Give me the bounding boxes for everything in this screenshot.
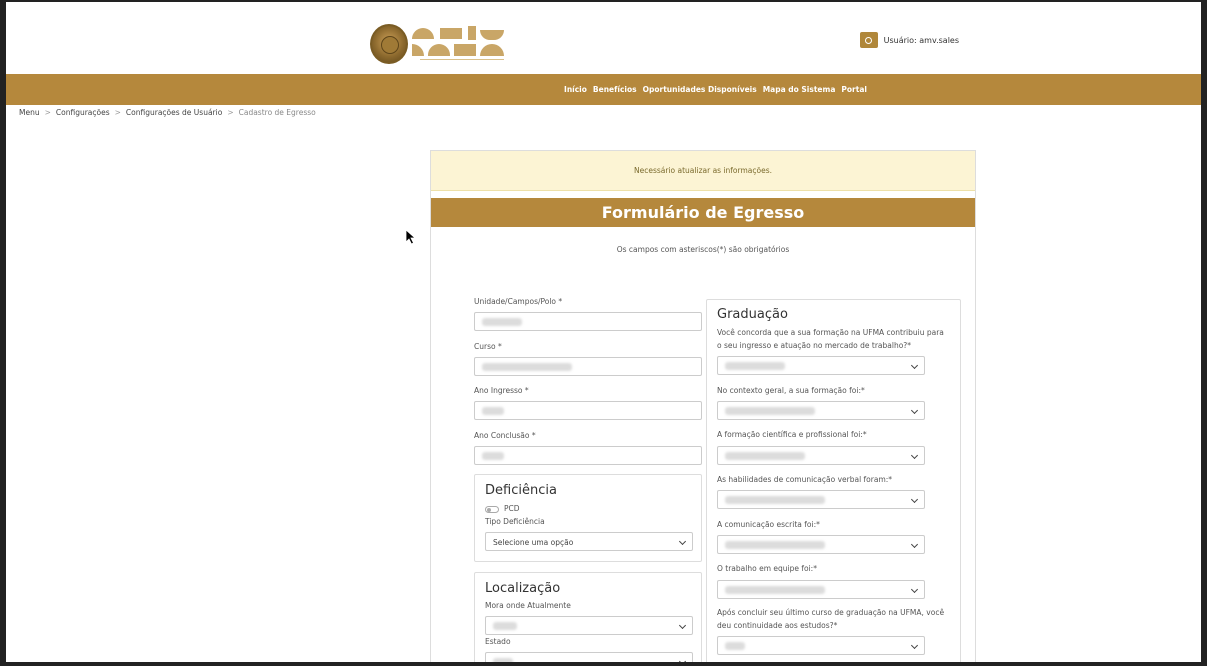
q3-label: A formação científica e profissional foi…: [717, 430, 867, 439]
ano-conclusao-input[interactable]: [474, 446, 702, 465]
tipo-deficiencia-select[interactable]: Selecione uma opção: [485, 532, 693, 551]
q7-label: Após concluir seu último curso de gradua…: [717, 608, 945, 630]
curso-input[interactable]: [474, 357, 702, 376]
tipo-deficiencia-value: Selecione uma opção: [493, 538, 574, 547]
graduacao-title: Graduação: [717, 307, 788, 322]
mora-label: Mora onde Atualmente: [485, 601, 571, 610]
q4-select[interactable]: [717, 490, 925, 509]
mora-select[interactable]: [485, 616, 693, 635]
user-icon: [859, 32, 878, 48]
deficiencia-title: Deficiência: [485, 483, 557, 498]
localizacao-section: Localização Mora onde Atualmente Estado: [474, 572, 702, 666]
breadcrumb-separator: >: [44, 108, 51, 117]
nav-item-beneficios[interactable]: Benefícios: [593, 85, 637, 94]
browser-viewport: Usuário: amv.sales Início Benefícios Opo…: [0, 0, 1207, 666]
amv-logo-icon: [410, 24, 520, 64]
deficiencia-section: Deficiência PCD Tipo Deficiência Selecio…: [474, 474, 702, 562]
user-label: Usuário: amv.sales: [883, 35, 959, 45]
ano-ingresso-label: Ano Ingresso *: [474, 386, 529, 395]
unidade-input[interactable]: [474, 312, 702, 331]
top-header: Usuário: amv.sales: [6, 2, 1201, 74]
q6-select[interactable]: [717, 580, 925, 599]
q1-label: Você concorda que a sua formação na UFMA…: [717, 328, 944, 350]
graduacao-section: Graduação Você concorda que a sua formaç…: [706, 299, 961, 666]
chevron-down-icon: [678, 537, 687, 546]
chevron-down-icon: [910, 540, 919, 549]
chevron-down-icon: [678, 621, 687, 630]
q3-select[interactable]: [717, 446, 925, 465]
mouse-cursor-icon: [405, 229, 417, 245]
pcd-toggle[interactable]: [485, 506, 499, 513]
q5-label: A comunicação escrita foi:*: [717, 520, 820, 529]
localizacao-title: Localização: [485, 581, 561, 596]
estado-label: Estado: [485, 637, 511, 646]
breadcrumb: Menu > Configurações > Configurações de …: [19, 108, 316, 117]
q5-select[interactable]: [717, 535, 925, 554]
ufma-seal-icon: [370, 24, 408, 64]
chevron-down-icon: [910, 495, 919, 504]
q1-select[interactable]: [717, 356, 925, 375]
unidade-label: Unidade/Campos/Polo *: [474, 297, 563, 306]
nav-item-portal[interactable]: Portal: [841, 85, 867, 94]
nav-item-oportunidades[interactable]: Oportunidades Disponíveis: [643, 85, 757, 94]
chevron-down-icon: [910, 361, 919, 370]
chevron-down-icon: [910, 451, 919, 460]
ano-ingresso-input[interactable]: [474, 401, 702, 420]
pcd-label: PCD: [504, 504, 520, 513]
site-logo[interactable]: [370, 24, 520, 64]
breadcrumb-menu[interactable]: Menu: [19, 108, 40, 117]
alert-text: Necessário atualizar as informações.: [634, 166, 772, 175]
breadcrumb-separator: >: [227, 108, 234, 117]
breadcrumb-separator: >: [114, 108, 121, 117]
user-menu[interactable]: Usuário: amv.sales: [859, 32, 959, 48]
bottom-border: [6, 662, 1201, 666]
nav-item-inicio[interactable]: Início: [564, 85, 587, 94]
breadcrumb-configuracoes[interactable]: Configurações: [56, 108, 110, 117]
q2-select[interactable]: [717, 401, 925, 420]
required-note: Os campos com asteriscos(*) são obrigató…: [616, 245, 790, 254]
form-title-text: Formulário de Egresso: [601, 203, 805, 222]
update-alert: Necessário atualizar as informações.: [431, 151, 975, 191]
breadcrumb-current: Cadastro de Egresso: [238, 108, 316, 117]
main-nav: Início Benefícios Oportunidades Disponív…: [6, 74, 1201, 105]
form-title: Formulário de Egresso: [431, 198, 975, 227]
chevron-down-icon: [910, 641, 919, 650]
chevron-down-icon: [910, 406, 919, 415]
curso-label: Curso *: [474, 342, 502, 351]
egresso-form-card: Necessário atualizar as informações. For…: [430, 150, 976, 666]
ano-conclusao-label: Ano Conclusão *: [474, 431, 536, 440]
q2-label: No contexto geral, a sua formação foi:*: [717, 386, 865, 395]
q7-select[interactable]: [717, 636, 925, 655]
nav-item-mapa[interactable]: Mapa do Sistema: [763, 85, 836, 94]
q6-label: O trabalho em equipe foi:*: [717, 564, 817, 573]
q4-label: As habilidades de comunicação verbal for…: [717, 475, 893, 484]
chevron-down-icon: [910, 585, 919, 594]
breadcrumb-config-usuario[interactable]: Configurações de Usuário: [126, 108, 222, 117]
tipo-deficiencia-label: Tipo Deficiência: [485, 517, 545, 526]
